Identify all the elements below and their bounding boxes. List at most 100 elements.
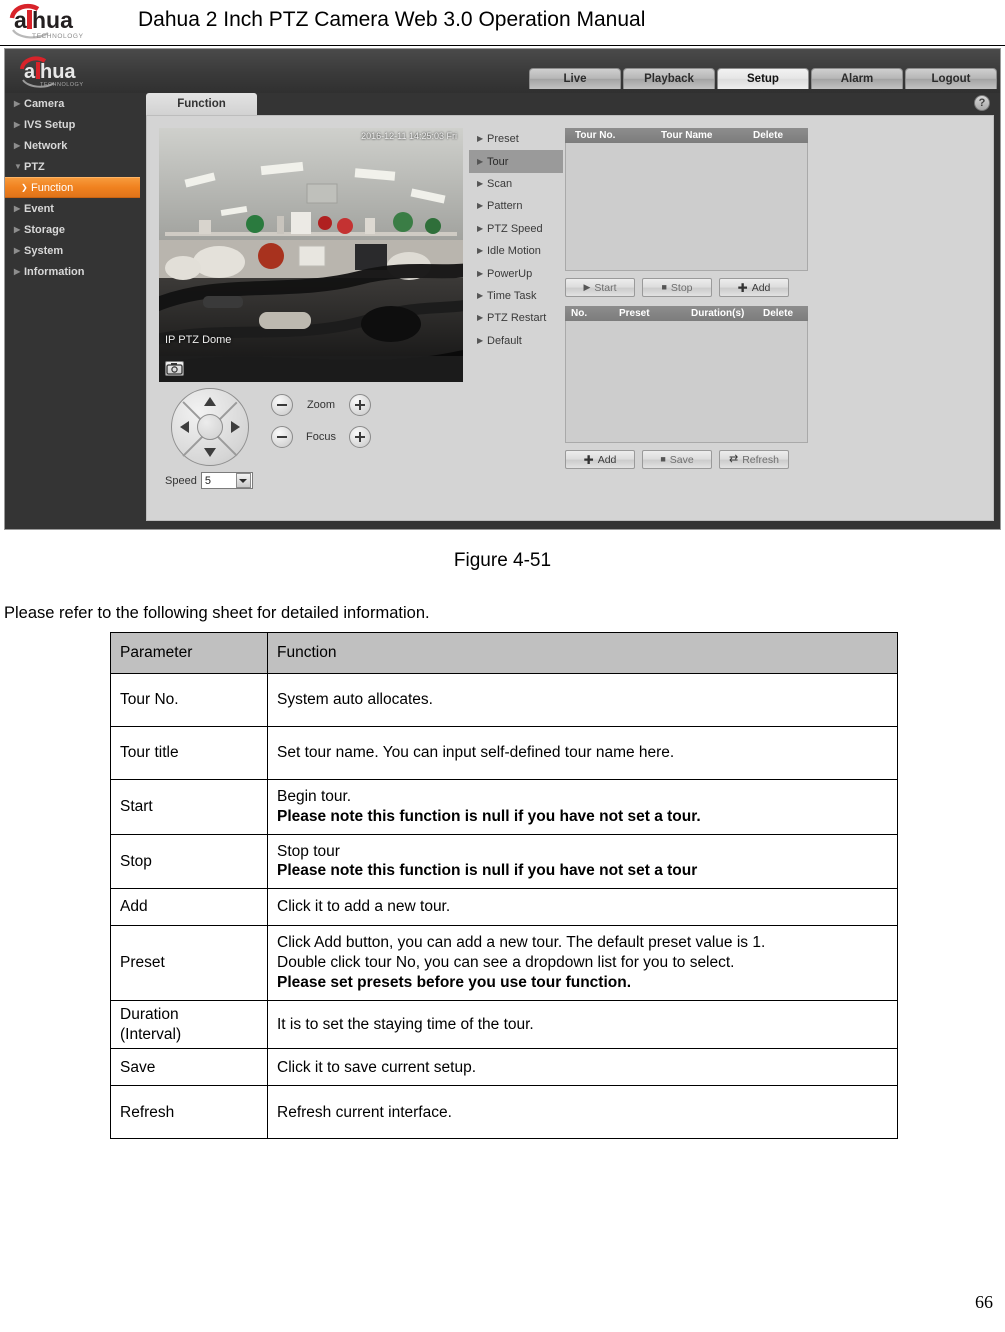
tab-playback[interactable]: Playback — [623, 68, 715, 89]
zoom-out-button[interactable] — [271, 394, 293, 416]
focus-near-button[interactable] — [271, 426, 293, 448]
settings-sidebar: ▶ Camera ▶ IVS Setup ▶ Network ▼ PTZ ❯ F… — [5, 93, 140, 529]
table-row: Tour title Set tour name. You can input … — [110, 726, 898, 780]
function-item-ptz-restart[interactable]: ▶ PTZ Restart — [469, 307, 563, 329]
refresh-icon: ⇄ — [729, 453, 739, 465]
sidebar-item-label: Information — [24, 265, 85, 278]
function-item-label: PTZ Restart — [487, 312, 547, 325]
play-icon: ▶ — [583, 282, 591, 292]
param-name: Stop — [110, 833, 268, 890]
add-tour-button[interactable]: ✚ Add — [719, 278, 789, 297]
tour-list-section: Tour No. Tour Name Delete ▶ Start ■ Stop — [565, 128, 808, 297]
preset-action-buttons: ✚ Add ■ Save ⇄ Refresh — [565, 450, 808, 469]
ptz-down-button[interactable] — [204, 448, 216, 457]
sidebar-item-function[interactable]: ❯ Function — [5, 177, 140, 198]
web-ui-body: ▶ Camera ▶ IVS Setup ▶ Network ▼ PTZ ❯ F… — [5, 93, 1000, 529]
figure-caption: Figure 4-51 — [453, 550, 552, 571]
param-desc: System auto allocates. — [267, 673, 898, 727]
function-item-ptz-speed[interactable]: ▶ PTZ Speed — [469, 218, 563, 240]
sidebar-item-label: IVS Setup — [24, 118, 76, 131]
focus-label: Focus — [306, 431, 336, 443]
param-desc: Refresh current interface. — [267, 1085, 898, 1140]
document-header: a hua TECHNOLOGY Dahua 2 Inch PTZ Camera… — [0, 0, 1005, 46]
function-item-default[interactable]: ▶ Default — [469, 330, 563, 352]
tab-live[interactable]: Live — [529, 68, 621, 89]
plus-icon: ✚ — [737, 280, 748, 295]
video-toolbar — [159, 356, 463, 382]
ptz-left-button[interactable] — [180, 421, 189, 433]
tab-alarm[interactable]: Alarm — [811, 68, 903, 89]
stop-button[interactable]: ■ Stop — [642, 278, 712, 297]
chevron-right-icon: ▶ — [14, 245, 21, 255]
save-button[interactable]: ■ Save — [642, 450, 712, 469]
column-delete: Delete — [753, 130, 784, 141]
function-item-label: Tour — [487, 155, 509, 168]
ptz-up-button[interactable] — [204, 397, 216, 406]
sidebar-item-label: Event — [24, 202, 54, 215]
table-header-row: Parameter Function — [110, 632, 898, 674]
sidebar-item-event[interactable]: ▶ Event — [5, 198, 140, 219]
function-item-idle-motion[interactable]: ▶ Idle Motion — [469, 240, 563, 262]
svg-text:a: a — [14, 7, 27, 33]
chevron-right-icon: ▶ — [14, 224, 21, 234]
chevron-down-icon: ▼ — [14, 161, 22, 171]
table-row: Refresh Refresh current interface. — [110, 1085, 898, 1140]
sidebar-item-system[interactable]: ▶ System — [5, 240, 140, 261]
table-row: Stop Stop tour Please note this function… — [110, 833, 898, 890]
header-function: Function — [267, 632, 898, 674]
chevron-right-icon: ▶ — [477, 134, 484, 144]
sidebar-item-storage[interactable]: ▶ Storage — [5, 219, 140, 240]
tour-table-body[interactable] — [565, 143, 808, 271]
preset-table-body[interactable] — [565, 321, 808, 443]
speed-value: 5 — [204, 474, 211, 487]
param-desc: Click it to save current setup. — [267, 1048, 898, 1087]
function-item-powerup[interactable]: ▶ PowerUp — [469, 262, 563, 284]
zoom-label: Zoom — [306, 399, 336, 411]
help-icon[interactable]: ? — [974, 95, 990, 111]
sidebar-item-information[interactable]: ▶ Information — [5, 261, 140, 282]
sidebar-item-camera[interactable]: ▶ Camera — [5, 93, 140, 114]
intro-sentence: Please refer to the following sheet for … — [4, 604, 430, 622]
sidebar-item-ptz[interactable]: ▼ PTZ — [5, 156, 140, 177]
dahua-logo-icon: a hua TECHNOLOGY — [8, 2, 128, 44]
function-item-scan[interactable]: ▶ Scan — [469, 173, 563, 195]
tab-setup[interactable]: Setup — [717, 68, 809, 89]
chevron-down-icon[interactable] — [235, 473, 251, 488]
refresh-button[interactable]: ⇄ Refresh — [719, 450, 789, 469]
table-row: Tour No. System auto allocates. — [110, 673, 898, 727]
focus-far-button[interactable] — [349, 426, 371, 448]
ptz-function-list: ▶ Preset ▶ Tour ▶ Scan ▶ Pattern ▶ PTZ S… — [469, 128, 563, 352]
table-row: Duration (Interval) It is to set the sta… — [110, 999, 898, 1050]
speed-select[interactable]: 5 — [200, 472, 253, 489]
ptz-center-button[interactable] — [197, 414, 223, 440]
header-divider — [0, 45, 1005, 46]
desc-line: Click Add button, you can add a new tour… — [277, 934, 766, 952]
start-button-label: Start — [594, 281, 617, 294]
header-parameter: Parameter — [110, 632, 268, 674]
sidebar-item-network[interactable]: ▶ Network — [5, 135, 140, 156]
page-number: 66 — [975, 1292, 993, 1312]
add-preset-button[interactable]: ✚ Add — [565, 450, 635, 469]
function-item-pattern[interactable]: ▶ Pattern — [469, 195, 563, 217]
square-icon: ■ — [660, 454, 666, 464]
ptz-direction-pad[interactable] — [171, 388, 249, 466]
camera-icon[interactable] — [165, 361, 184, 376]
zoom-in-button[interactable] — [349, 394, 371, 416]
function-item-time-task[interactable]: ▶ Time Task — [469, 285, 563, 307]
function-item-label: Preset — [487, 133, 519, 146]
sidebar-item-label: System — [24, 244, 64, 257]
video-preview[interactable]: 2016-12-11 14:25:03 Fri IP PTZ Dome — [159, 128, 463, 382]
zoom-row: Zoom — [271, 394, 451, 416]
function-item-tour[interactable]: ▶ Tour — [469, 150, 563, 173]
function-item-preset[interactable]: ▶ Preset — [469, 128, 563, 150]
param-name: Tour title — [110, 726, 268, 780]
tab-function[interactable]: Function — [146, 93, 257, 115]
start-button[interactable]: ▶ Start — [565, 278, 635, 297]
sidebar-item-label: PTZ — [24, 160, 45, 173]
svg-text:hua: hua — [40, 61, 76, 83]
sidebar-item-ivs-setup[interactable]: ▶ IVS Setup — [5, 114, 140, 135]
chevron-right-icon: ▶ — [477, 201, 484, 211]
sidebar-item-label: Storage — [24, 223, 65, 236]
ptz-right-button[interactable] — [231, 421, 240, 433]
tab-logout[interactable]: Logout — [905, 68, 997, 89]
